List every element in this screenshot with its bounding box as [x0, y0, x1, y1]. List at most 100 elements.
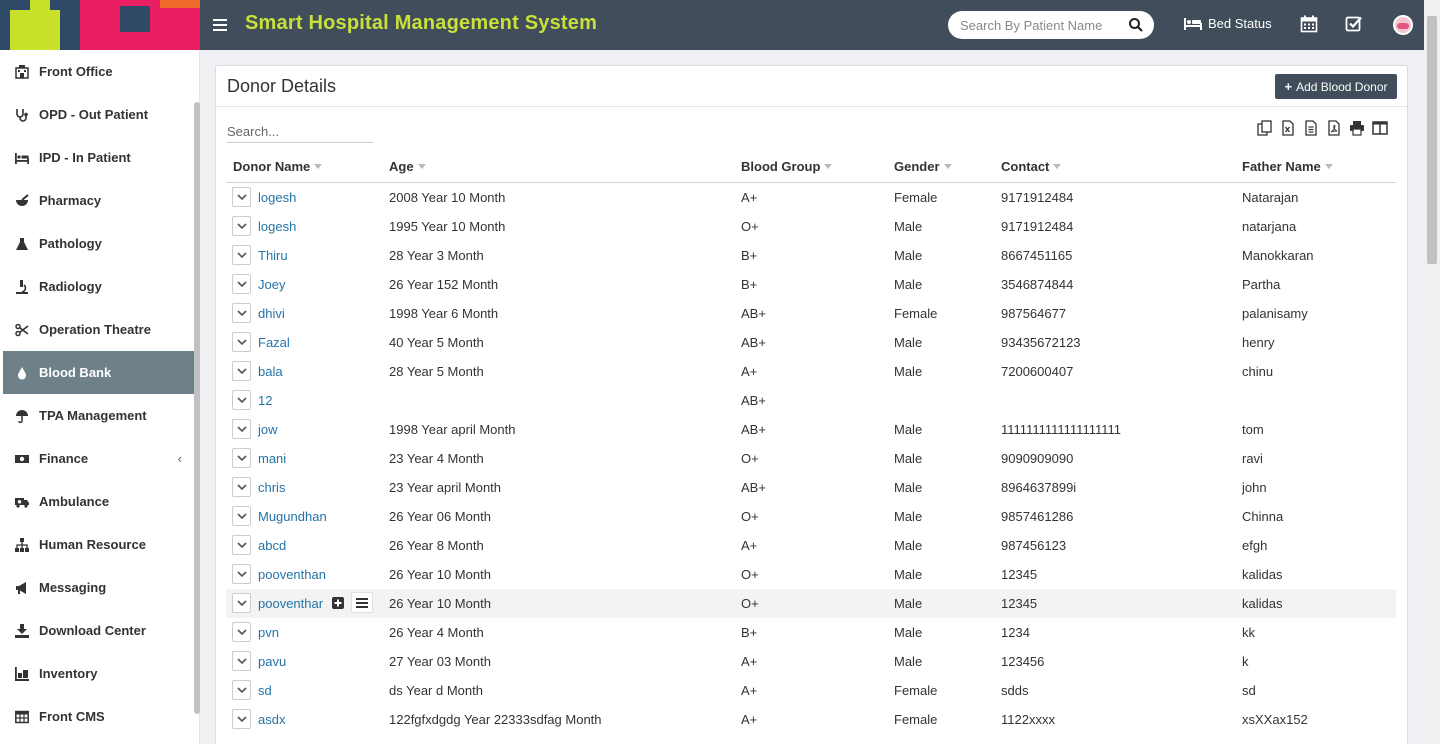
add-bag-button[interactable] [327, 592, 349, 613]
contact-cell: 987564677 [1001, 306, 1067, 321]
sidebar-item-radiology[interactable]: Radiology [3, 265, 200, 308]
search-icon[interactable] [1128, 17, 1144, 33]
expand-row-button[interactable] [232, 651, 251, 671]
chevron-down-icon [237, 368, 247, 375]
sidebar-item-tpa-management[interactable]: TPA Management [3, 394, 200, 437]
row-menu-button[interactable] [351, 592, 373, 613]
sidebar-item-messaging[interactable]: Messaging [3, 566, 200, 609]
blood-group-cell: A+ [741, 364, 758, 379]
page-scrollbar-thumb[interactable] [1427, 16, 1437, 264]
donor-name-link[interactable]: sd [258, 683, 272, 698]
donor-name-link[interactable]: abcd [258, 538, 286, 553]
donor-name-link[interactable]: 12 [258, 393, 272, 408]
sidebar-item-pharmacy[interactable]: Pharmacy [3, 179, 200, 222]
add-blood-donor-button[interactable]: + Add Blood Donor [1275, 74, 1397, 99]
column-header-donor-name[interactable]: Donor Name [233, 159, 323, 174]
user-avatar[interactable] [1393, 15, 1413, 35]
expand-row-button[interactable] [232, 535, 251, 555]
table-row: pooventhan 26 Year 10 Month O+ Male 12345 kal… [226, 589, 1396, 618]
columns-icon[interactable] [1372, 120, 1388, 136]
donor-name-link[interactable]: Mugundhan [258, 509, 327, 524]
donor-name-link[interactable]: pooventhan [258, 596, 326, 611]
donor-name-link[interactable]: Thiru [258, 248, 288, 263]
expand-row-button[interactable] [232, 680, 251, 700]
pdf-icon[interactable] [1326, 120, 1342, 136]
bed-status-link[interactable]: Bed Status [1184, 16, 1272, 31]
expand-row-button[interactable] [232, 361, 251, 381]
column-header-gender[interactable]: Gender [894, 159, 952, 174]
expand-row-button[interactable] [232, 477, 251, 497]
chevron-down-icon [237, 658, 247, 665]
chevron-down-icon [237, 600, 247, 607]
donor-name-link[interactable]: chris [258, 480, 285, 495]
column-header-father-name[interactable]: Father Name [1242, 159, 1333, 174]
donor-name-link[interactable]: Fazal [258, 335, 290, 350]
expand-row-button[interactable] [232, 564, 251, 584]
donor-name-link[interactable]: Joey [258, 277, 285, 292]
sidebar-scrollbar[interactable] [194, 102, 200, 714]
page-scrollbar[interactable] [1424, 0, 1440, 744]
contact-cell: 987456123 [1001, 538, 1067, 553]
hospital-logo[interactable] [0, 0, 200, 50]
expand-row-button[interactable] [232, 419, 251, 439]
donor-name-link[interactable]: asdx [258, 712, 285, 727]
blood-group-cell: A+ [741, 654, 758, 669]
column-header-contact[interactable]: Contact [1001, 159, 1062, 174]
expand-row-button[interactable] [232, 187, 251, 207]
sidebar-item-label: Ambulance [39, 494, 110, 509]
expand-row-button[interactable] [232, 390, 251, 410]
sidebar-item-download-center[interactable]: Download Center [3, 609, 200, 652]
sidebar-item-ipd[interactable]: IPD - In Patient [3, 136, 200, 179]
sidebar-item-finance[interactable]: Finance ‹ [3, 437, 200, 480]
gender-cell: Male [894, 335, 923, 350]
donor-name-link[interactable]: pvn [258, 625, 279, 640]
sidebar-item-ambulance[interactable]: Ambulance [3, 480, 200, 523]
sidebar-item-blood-bank[interactable]: Blood Bank [3, 351, 200, 394]
expand-row-button[interactable] [232, 303, 251, 323]
print-icon[interactable] [1349, 120, 1365, 136]
donor-name-link[interactable]: mani [258, 451, 286, 466]
excel-icon[interactable] [1280, 120, 1296, 136]
top-navbar: Smart Hospital Management System Bed Sta… [0, 0, 1440, 50]
chevron-down-icon [237, 484, 247, 491]
expand-row-button[interactable] [232, 622, 251, 642]
expand-row-button[interactable] [232, 274, 251, 294]
donor-name-link[interactable]: logesh [258, 190, 296, 205]
donor-name-link[interactable]: dhivi [258, 306, 285, 321]
expand-row-button[interactable] [232, 332, 251, 352]
expand-row-button[interactable] [232, 448, 251, 468]
age-cell: 26 Year 8 Month [389, 538, 484, 553]
column-header-age[interactable]: Age [389, 159, 426, 174]
sidebar-item-front-cms[interactable]: Front CMS [3, 695, 200, 738]
expand-row-button[interactable] [232, 593, 251, 613]
task-checklist-icon[interactable] [1345, 15, 1363, 33]
csv-icon[interactable] [1303, 120, 1319, 136]
sidebar-item-pathology[interactable]: Pathology [3, 222, 200, 265]
sidebar-item-inventory[interactable]: Inventory [3, 652, 200, 695]
chevron-down-icon [237, 339, 247, 346]
sidebar-item-human-resource[interactable]: Human Resource [3, 523, 200, 566]
calendar-icon[interactable] [1300, 15, 1318, 33]
sidebar-item-opd[interactable]: OPD - Out Patient [3, 93, 200, 136]
donor-details-panel: Donor Details + Add Blood Donor Donor Na… [215, 65, 1408, 744]
copy-icon[interactable] [1257, 120, 1273, 136]
menu-toggle-icon[interactable] [213, 14, 227, 36]
table-row: dhivi 1998 Year 6 Month AB+ Female 987564677… [226, 299, 1396, 328]
expand-row-button[interactable] [232, 709, 251, 729]
donor-name-link[interactable]: pavu [258, 654, 286, 669]
donor-name-link[interactable]: jow [258, 422, 278, 437]
donor-name-link[interactable]: logesh [258, 219, 296, 234]
table-search-input[interactable] [227, 121, 373, 143]
gender-cell: Male [894, 538, 923, 553]
sidebar-item-front-office[interactable]: Front Office [3, 50, 200, 93]
sidebar-item-operation-theatre[interactable]: Operation Theatre [3, 308, 200, 351]
donor-name-link[interactable]: pooventhan [258, 567, 326, 582]
inventory-icon [15, 666, 29, 681]
column-header-blood-group[interactable]: Blood Group [741, 159, 833, 174]
expand-row-button[interactable] [232, 506, 251, 526]
donor-name-link[interactable]: bala [258, 364, 283, 379]
blood-group-cell: B+ [741, 625, 758, 640]
patient-search-input[interactable] [960, 16, 1120, 34]
expand-row-button[interactable] [232, 245, 251, 265]
expand-row-button[interactable] [232, 216, 251, 236]
